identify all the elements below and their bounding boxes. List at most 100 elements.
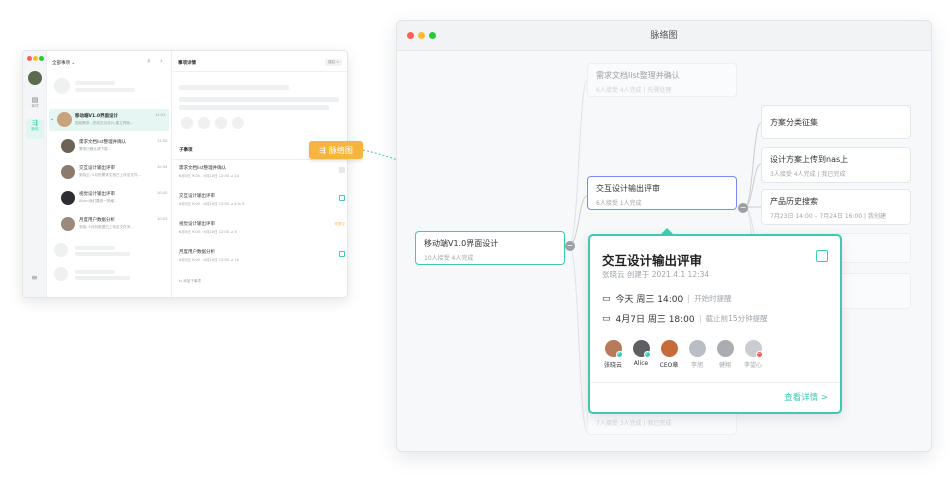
subtask-row[interactable]: 月度用户数据分析 6月5日 9:00 - 6月20日 12:00 ⊿ 10	[179, 249, 345, 271]
start-time-row[interactable]: ▭ 今天 周三 14:00 开始时提醒	[602, 292, 732, 306]
node-sub: 10人接受 4人完成	[424, 255, 474, 262]
participant[interactable]: CEO章	[658, 340, 680, 369]
view-details-link[interactable]: 查看详情 >	[784, 391, 828, 403]
list-item[interactable]: 月度用户数据分析 张晓: 5月份数据已上传至文件夹... 10:02	[61, 215, 169, 235]
subtask-checkbox[interactable]	[339, 251, 345, 257]
avatar	[61, 191, 75, 205]
rail-item-mindmap[interactable]: ⇶ 脉络	[26, 119, 44, 139]
participant[interactable]: 健翔	[714, 340, 736, 369]
collapse-toggle[interactable]: −	[738, 203, 748, 213]
status-badge: 未提交	[334, 222, 345, 226]
placeholder-avatar	[54, 78, 70, 94]
task-list: 全部事项 ⌄ ⌕ › ⌄ 移动端V1.0界面设计 围绕需求...完成交互设计,建…	[47, 51, 172, 297]
list-item-sub: Alice:我们要统一风格...	[79, 199, 118, 203]
divider	[590, 382, 840, 383]
subtask-meta: 6月5日 9:00 - 6月20日 12:00 ⊿ 4 ⇆ 9	[179, 202, 245, 206]
subtask-row[interactable]: 需求文档list整理并确认 6月5日 9:00 - 6月20日 12:00 ⊿ …	[179, 165, 345, 187]
calendar-icon: ▭	[602, 313, 611, 324]
collapse-toggle[interactable]: −	[565, 241, 575, 251]
mindmap-callout[interactable]: ⇶ 脉络图	[309, 141, 363, 159]
list-item[interactable]: 需求文档list整理并确认 需求已确认请下载... 11:30	[61, 137, 169, 157]
list-item-title: 视觉设计输出评审	[79, 192, 115, 197]
complete-checkbox[interactable]	[816, 250, 828, 262]
done-icon: ✓	[643, 351, 651, 358]
avatar	[57, 112, 72, 127]
menu-icon[interactable]: ≡	[31, 273, 38, 282]
participant[interactable]: − 李望心	[742, 340, 764, 369]
start-reminder: 开始时提醒	[694, 294, 732, 303]
mindmap-node[interactable]: 方案分类征集	[761, 105, 911, 139]
list-item-sub: 张晓: 5月份数据已上传至文件夹...	[79, 225, 134, 229]
expand-icon[interactable]: ⌄	[50, 116, 54, 122]
subtask-title: 需求文档list整理并确认	[179, 166, 227, 171]
filter-dropdown[interactable]: 全部事项 ⌄	[52, 60, 75, 66]
close-dot[interactable]	[27, 56, 32, 61]
add-subtask-button[interactable]: ⇆ 添加子事项	[179, 279, 201, 284]
separator	[699, 314, 701, 323]
card-subtitle: 张晓云 创建于 2021.4.1 12:34	[602, 270, 710, 279]
list-item-title: 交互设计输出评审	[79, 166, 115, 171]
list-item-title: 移动端V1.0界面设计	[75, 114, 118, 119]
subtask-meta: 6月5日 9:00 - 6月20日 12:00 ⊿ 3	[179, 230, 237, 234]
node-title: 需求文档list整理并确认	[596, 71, 680, 80]
rail-item-tasks[interactable]: ▤ 事项	[28, 96, 42, 109]
avatar	[688, 340, 706, 357]
participant-name: 李旭	[690, 362, 703, 369]
placeholder-line	[75, 246, 115, 250]
subtask-row[interactable]: 交互设计输出评审 6月5日 9:00 - 6月20日 12:00 ⊿ 4 ⇆ 9	[179, 193, 345, 215]
minimize-dot[interactable]	[33, 56, 38, 61]
mindmap-root-node[interactable]: 移动端V1.0界面设计 10人接受 4人完成	[415, 231, 565, 265]
mindmap-node-selected[interactable]: 交互设计输出评审 6人接受 1人完成	[587, 176, 737, 210]
participant-name: CEO章	[659, 362, 679, 369]
end-time-row[interactable]: ▭ 4月7日 周三 18:00 截止前15分钟提醒	[602, 312, 768, 326]
detail-title: 事项详情	[178, 61, 196, 66]
mindmap-icon: ⇶	[32, 119, 38, 127]
mindmap-node[interactable]: 需求文档list整理并确认 6人接受 4人完成 | 先需处理	[587, 63, 737, 97]
participants: ✓ 张晓云 ✓ Alice CEO章 李旭 健翔 − 李望心	[602, 340, 764, 369]
subtask-title: 交互设计输出评审	[179, 194, 215, 199]
participant-name: 健翔	[718, 362, 731, 369]
window-title: 脉络图	[650, 31, 678, 41]
list-item-sub: 张晓云: 5月份需求文档已上传至文件...	[79, 173, 141, 177]
node-title: 移动端V1.0界面设计	[424, 239, 499, 248]
search-icon[interactable]: ⌕	[147, 57, 151, 66]
mindmap-node[interactable]: 7人接受 3人完成 | 我已完成	[587, 411, 737, 435]
placeholder-avatar	[181, 117, 193, 129]
avatar	[660, 340, 678, 357]
list-item-time: 10:02	[157, 217, 168, 221]
task-app-window: ▤ 事项 ⇶ 脉络 ≡ 全部事项 ⌄ ⌕ › ⌄ 移动端V1.0界面设计 围绕需…	[22, 50, 348, 298]
avatar	[716, 340, 734, 357]
subtask-row[interactable]: 视觉设计输出评审 6月5日 9:00 - 6月20日 12:00 ⊿ 3 未提交	[179, 221, 345, 243]
node-title: 产品历史搜索	[770, 197, 818, 206]
expand-button[interactable]: 展起 >	[325, 59, 343, 66]
subtask-checkbox[interactable]	[339, 167, 345, 173]
avatar	[61, 165, 75, 179]
placeholder-avatar	[232, 117, 244, 129]
participant[interactable]: ✓ 张晓云	[602, 340, 624, 369]
placeholder-line	[179, 105, 329, 110]
participant[interactable]: 李旭	[686, 340, 708, 369]
callout-label: 脉络图	[328, 145, 353, 155]
mindmap-node[interactable]: 设计方案上传到nas上 3人接受 4人完成 | 我已完成	[761, 147, 911, 183]
subtask-checkbox[interactable]	[339, 195, 345, 201]
user-avatar[interactable]	[28, 71, 42, 85]
subtask-title: 月度用户数据分析	[179, 250, 215, 255]
card-pointer	[660, 228, 674, 235]
avatar	[61, 139, 75, 153]
task-popup-card: 交互设计输出评审 张晓云 创建于 2021.4.1 12:34 ▭ 今天 周三 …	[588, 228, 842, 414]
placeholder-avatar	[54, 267, 68, 281]
end-date: 4月7日 周三 18:00	[615, 315, 695, 325]
inbox-icon: ▤	[31, 96, 39, 104]
divider	[173, 159, 347, 160]
list-item-selected[interactable]: ⌄ 移动端V1.0界面设计 围绕需求...完成交互设计,建立界面... 14:0…	[49, 109, 169, 131]
divider	[173, 71, 347, 72]
placeholder-line	[75, 81, 115, 85]
participant[interactable]: ✓ Alice	[630, 340, 652, 369]
maximize-dot[interactable]	[39, 56, 44, 61]
list-item[interactable]: 视觉设计输出评审 Alice:我们要统一风格... 10:20	[61, 189, 169, 209]
mindmap-node[interactable]: 产品历史搜索 7月23日 14:00 – 7月24日 16:00 | 我创建	[761, 189, 911, 225]
list-item[interactable]: 交互设计输出评审 张晓云: 5月份需求文档已上传至文件... 10:45	[61, 163, 169, 183]
more-icon[interactable]: ›	[160, 57, 163, 65]
subtask-header: 子事项	[179, 148, 193, 153]
subtask-title: 视觉设计输出评审	[179, 222, 215, 227]
